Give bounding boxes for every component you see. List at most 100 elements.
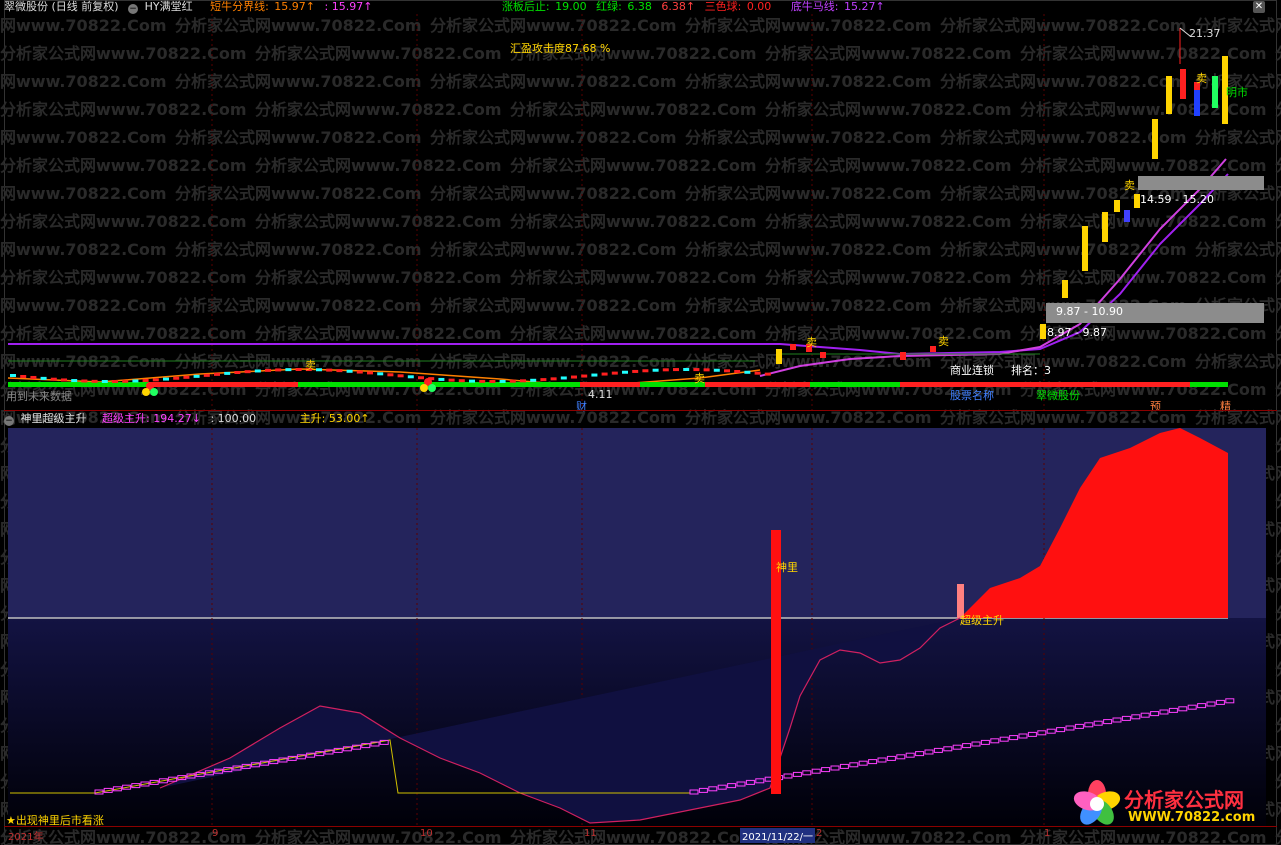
trend-band [150, 382, 298, 387]
candle [1194, 90, 1200, 116]
candle [1102, 212, 1108, 242]
candle [112, 379, 118, 383]
range-2-label: 9.87 - 10.90 [1056, 305, 1123, 318]
sub-collapse-icon[interactable]: − [4, 416, 14, 426]
range-3-label: 8.97 - 9.87 [1047, 326, 1107, 339]
bottom-bull-val: 15.27↑ [844, 0, 885, 13]
candle [193, 374, 200, 378]
ball-icon [428, 384, 436, 392]
date-tick: 9 [212, 828, 219, 839]
candle [1166, 76, 1172, 114]
candle [418, 376, 424, 380]
date-tick: 1 [1044, 828, 1051, 839]
candle [1180, 69, 1186, 99]
candle [458, 379, 465, 383]
candle [295, 368, 302, 372]
stock-name-value: 翠微股份 [1036, 389, 1080, 402]
candle [601, 372, 608, 376]
pane-divider[interactable] [4, 410, 1277, 411]
no-data-note: 用到未来数据 [6, 390, 72, 403]
candle [1114, 200, 1120, 212]
sell-mark-2: 卖 [694, 372, 705, 385]
main-chart[interactable] [0, 14, 1281, 410]
sub-chart[interactable] [0, 428, 1281, 826]
candle [142, 378, 149, 382]
candle [234, 370, 241, 374]
candle [662, 368, 669, 372]
candle [571, 375, 577, 379]
candle [683, 368, 690, 372]
ball-icon [142, 388, 150, 396]
range-box-1 [1138, 176, 1264, 190]
candle [560, 376, 567, 380]
super-label: 超级主升: [102, 412, 150, 425]
candle [397, 374, 404, 378]
candle [50, 377, 57, 381]
main-label: 主升: [299, 412, 326, 425]
rank-label: 排名：3 [1011, 364, 1051, 377]
candle [724, 369, 730, 373]
sub-header: − 神里超级主升 超级主升: 194.27↓ : 100.00 主升: 53.0… [4, 412, 370, 426]
super-val: 194.27↓ [153, 412, 201, 425]
candle [1152, 119, 1158, 159]
main-val: 53.00↑ [328, 412, 370, 425]
red-green-label: 红绿: [596, 0, 622, 13]
sell-mark-5: 卖 [1124, 179, 1135, 192]
red-green-v2: 6.38↑ [661, 0, 696, 13]
candle [744, 370, 751, 374]
stock-title[interactable]: 翠微股份 (日线 前复权) [4, 0, 119, 13]
yi-mark: 精 [1220, 400, 1231, 413]
candle [489, 379, 496, 383]
candle [591, 373, 598, 377]
ball-icon [420, 384, 428, 392]
candle [101, 379, 108, 383]
candle [479, 379, 486, 383]
candle [1082, 226, 1088, 271]
candle [377, 372, 384, 376]
main-header: 翠微股份 (日线 前复权) − HY满堂红 短牛分界线: 15.97↑ : 15… [4, 0, 1272, 14]
limit-stop-label: 涨板后止: [501, 0, 550, 13]
ratio-val: : 100.00 [210, 412, 257, 425]
candle [776, 349, 782, 364]
candle [163, 377, 169, 381]
candle [183, 375, 190, 379]
candle [224, 371, 231, 375]
flower-logo-icon [1073, 780, 1121, 825]
sell-mark-6: 卖 [1196, 72, 1207, 85]
candle [10, 374, 16, 377]
candle [203, 373, 210, 377]
candle [61, 378, 67, 382]
candle [469, 379, 475, 383]
range-1-label: 14.59 - 15.20 [1140, 193, 1214, 206]
trend-band [1190, 382, 1228, 387]
sell-mark-4: 卖 [938, 335, 949, 348]
candle [900, 352, 906, 360]
short-bull-v2: : 15.97↑ [324, 0, 373, 13]
indicator-name[interactable]: HY满堂红 [145, 0, 193, 13]
super-rise-label: 超级主升 [960, 614, 1004, 627]
short-bull-v1: 15.97↑ [274, 0, 316, 13]
candle [652, 368, 659, 372]
trend-band [8, 382, 150, 387]
sector-label: 商业连锁 [950, 364, 994, 377]
candle [1124, 210, 1130, 222]
date-tick: 2 [816, 828, 823, 839]
candle [581, 374, 588, 378]
pre-mark: 预 [1150, 400, 1161, 413]
candle [520, 379, 526, 383]
candle [244, 370, 251, 374]
candle [530, 378, 537, 382]
stock-name-label: 股票名称 [950, 389, 994, 402]
candle [438, 377, 445, 381]
sub-title[interactable]: 神里超级主升 [21, 412, 87, 425]
candle [820, 352, 826, 358]
close-icon[interactable]: ✕ [1253, 1, 1265, 13]
date-tick: 10 [420, 828, 433, 839]
collapse-icon[interactable]: − [128, 4, 139, 14]
shen-label: 神里 [776, 561, 798, 574]
candle [173, 376, 180, 380]
candle [790, 344, 796, 350]
candle [1040, 324, 1046, 339]
date-cursor[interactable]: 2021/11/22/一 [740, 828, 816, 843]
candle [1062, 280, 1068, 298]
